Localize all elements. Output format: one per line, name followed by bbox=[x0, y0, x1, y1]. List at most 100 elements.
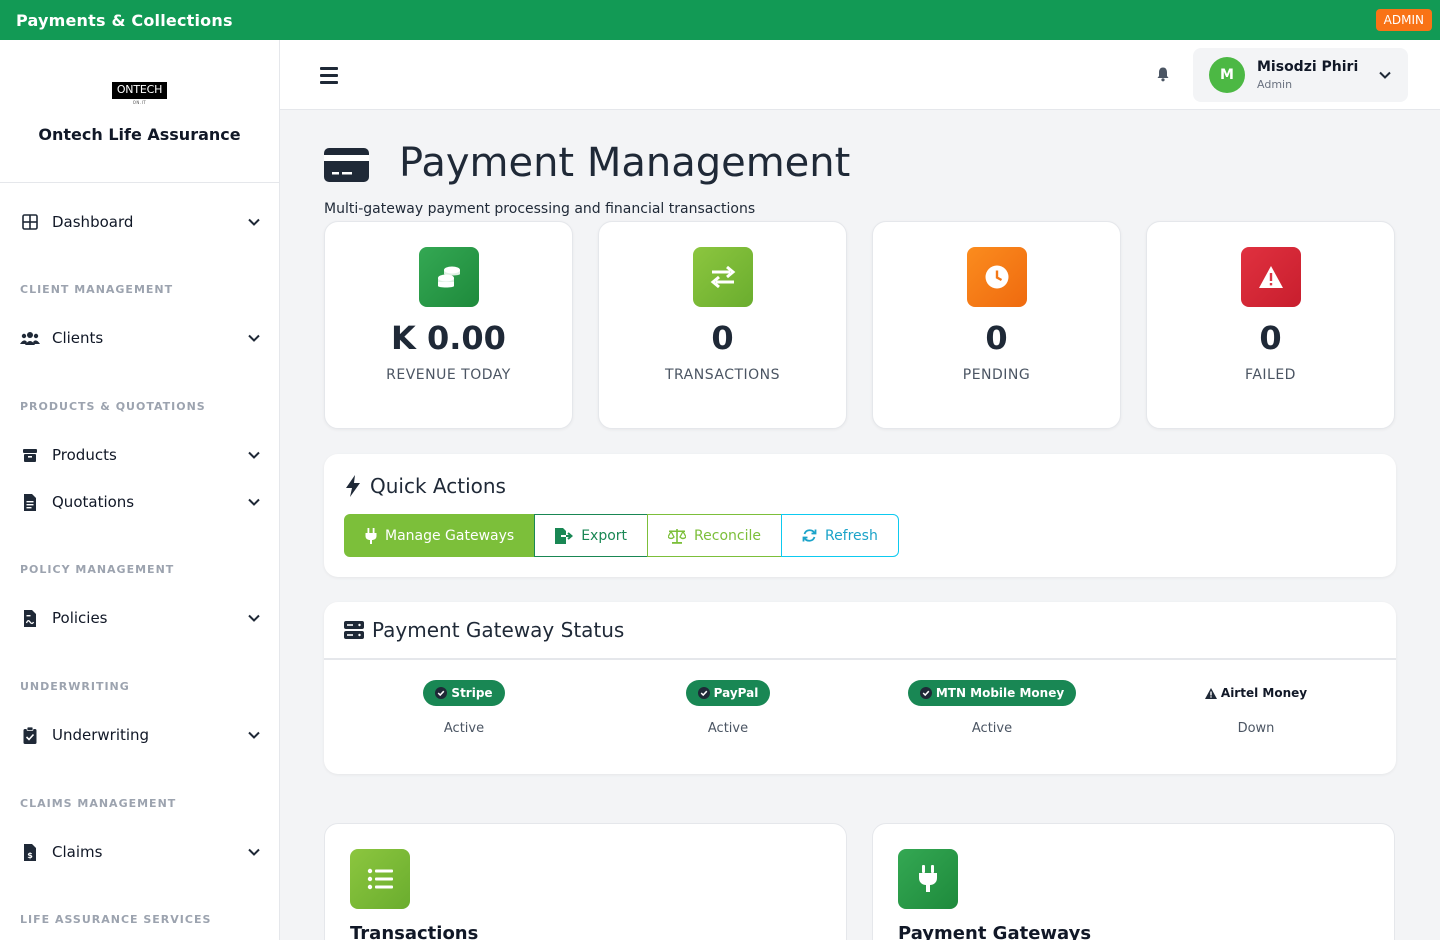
chevron-down-icon bbox=[248, 218, 260, 226]
chevron-down-icon bbox=[248, 614, 260, 622]
gateway-paypal: PayPal Active bbox=[596, 680, 860, 736]
warning-icon bbox=[1204, 687, 1217, 699]
stat-label: PENDING bbox=[962, 367, 1031, 383]
transactions-card-title: Transactions bbox=[350, 923, 479, 940]
app-title: Payments & Collections bbox=[16, 10, 233, 30]
company-name: Ontech Life Assurance bbox=[38, 125, 241, 144]
gateway-name: MTN Mobile Money bbox=[935, 686, 1065, 700]
document-icon bbox=[20, 493, 40, 511]
file-export-icon bbox=[555, 527, 574, 544]
gateway-badge: Stripe bbox=[423, 680, 505, 706]
refresh-label: Refresh bbox=[824, 527, 878, 544]
invoice-dollar-icon: $ bbox=[20, 843, 40, 861]
user-name: Misodzi Phiri bbox=[1257, 59, 1359, 75]
sidebar-item-label: Underwriting bbox=[52, 726, 150, 744]
menu-toggle-icon[interactable] bbox=[320, 67, 338, 84]
section-products-quotations: PRODUCTS & QUOTATIONS bbox=[20, 400, 206, 413]
chevron-down-icon bbox=[248, 334, 260, 342]
stat-card-transactions: 0 TRANSACTIONS bbox=[598, 221, 847, 429]
bolt-icon bbox=[346, 475, 360, 497]
chevron-down-icon bbox=[248, 451, 260, 459]
export-label: Export bbox=[581, 527, 628, 544]
sidebar-item-label: Policies bbox=[52, 609, 108, 627]
refresh-button[interactable]: Refresh bbox=[780, 514, 899, 557]
gateway-status-panel: Payment Gateway Status Stripe Active Pay… bbox=[324, 602, 1396, 774]
section-underwriting: UNDERWRITING bbox=[20, 680, 130, 693]
bell-icon[interactable] bbox=[1155, 66, 1171, 82]
sidebar-item-label: Products bbox=[52, 446, 117, 464]
sidebar-item-underwriting[interactable]: Underwriting bbox=[0, 715, 279, 755]
sidebar-item-clients[interactable]: Clients bbox=[0, 318, 279, 358]
dashboard-icon bbox=[20, 213, 40, 231]
reconcile-label: Reconcile bbox=[694, 527, 761, 544]
users-icon bbox=[20, 329, 40, 347]
sidebar-item-claims[interactable]: $ Claims bbox=[0, 832, 279, 872]
gateway-mtn-mobile-money: MTN Mobile Money Active bbox=[860, 680, 1124, 736]
sidebar-item-policies[interactable]: Policies bbox=[0, 598, 279, 638]
stat-label: REVENUE TODAY bbox=[386, 367, 511, 383]
coins-icon bbox=[418, 247, 479, 307]
transactions-card[interactable]: Transactions bbox=[324, 823, 847, 940]
user-menu[interactable]: M Misodzi Phiri Admin bbox=[1193, 48, 1408, 102]
plug-icon bbox=[365, 527, 377, 544]
clipboard-check-icon bbox=[20, 726, 40, 744]
sidebar-item-dashboard[interactable]: Dashboard bbox=[0, 202, 279, 242]
stat-label: TRANSACTIONS bbox=[664, 367, 781, 383]
admin-badge: ADMIN bbox=[1375, 9, 1432, 31]
gateway-status-text: Down bbox=[1237, 721, 1275, 736]
gateway-badge: PayPal bbox=[685, 680, 771, 706]
logo-tagline: ON.IT bbox=[132, 100, 147, 105]
manage-gateways-label: Manage Gateways bbox=[385, 527, 515, 544]
gateway-status-title: Payment Gateway Status bbox=[372, 618, 625, 642]
balance-scale-icon bbox=[668, 528, 687, 544]
gateway-name: PayPal bbox=[713, 686, 759, 700]
chevron-down-icon bbox=[248, 848, 260, 856]
gateway-status-heading: Payment Gateway Status bbox=[324, 602, 1396, 660]
stat-value: 0 bbox=[985, 319, 1008, 357]
section-life-assurance-services: LIFE ASSURANCE SERVICES bbox=[20, 913, 212, 926]
manage-gateways-button[interactable]: Manage Gateways bbox=[344, 514, 536, 557]
export-button[interactable]: Export bbox=[534, 514, 649, 557]
gateway-airtel-money: Airtel Money Down bbox=[1124, 680, 1388, 736]
stat-card-pending: 0 PENDING bbox=[872, 221, 1121, 429]
user-role: Admin bbox=[1257, 78, 1293, 91]
gateway-stripe: Stripe Active bbox=[332, 680, 596, 736]
quick-actions-button-group: Manage Gateways Export Reconcile Refresh bbox=[344, 514, 899, 557]
section-claims-management: CLAIMS MANAGEMENT bbox=[20, 797, 177, 810]
check-circle-icon bbox=[697, 687, 710, 699]
company-logo[interactable]: ONTECH bbox=[111, 82, 168, 99]
brand-block: ONTECH ON.IT Ontech Life Assurance bbox=[0, 40, 279, 183]
svg-text:$: $ bbox=[27, 851, 33, 860]
list-icon bbox=[350, 849, 410, 909]
section-client-management: CLIENT MANAGEMENT bbox=[20, 283, 174, 296]
box-icon bbox=[20, 446, 40, 464]
plug-icon bbox=[898, 849, 958, 909]
header-bar: M Misodzi Phiri Admin bbox=[280, 40, 1440, 110]
page-title: Payment Management bbox=[399, 140, 851, 186]
stat-value: K 0.00 bbox=[391, 319, 506, 357]
gateway-status-text: Active bbox=[971, 721, 1013, 736]
stat-card-failed: 0 FAILED bbox=[1146, 221, 1395, 429]
quick-actions-title: Quick Actions bbox=[370, 474, 506, 498]
gateway-status-text: Active bbox=[443, 721, 485, 736]
sidebar-item-label: Clients bbox=[52, 329, 104, 347]
quick-actions-heading: Quick Actions bbox=[344, 474, 506, 498]
quick-actions-panel: Quick Actions Manage Gateways Export Rec… bbox=[324, 454, 1396, 577]
stat-value: 0 bbox=[1259, 319, 1282, 357]
stat-value: 0 bbox=[711, 319, 734, 357]
stat-card-revenue: K 0.00 REVENUE TODAY bbox=[324, 221, 573, 429]
page-heading: Payment Management bbox=[324, 140, 850, 186]
contract-icon bbox=[20, 609, 40, 627]
chevron-down-icon bbox=[1379, 71, 1391, 79]
payment-gateways-card[interactable]: Payment Gateways bbox=[872, 823, 1395, 940]
sidebar-item-products[interactable]: Products bbox=[0, 435, 279, 475]
sidebar: ONTECH ON.IT Ontech Life Assurance Dashb… bbox=[0, 40, 280, 940]
sidebar-item-label: Quotations bbox=[52, 493, 135, 511]
clock-icon bbox=[966, 247, 1027, 307]
gateway-name: Airtel Money bbox=[1220, 686, 1308, 700]
warning-icon bbox=[1240, 247, 1301, 307]
reconcile-button[interactable]: Reconcile bbox=[647, 514, 782, 557]
sidebar-item-quotations[interactable]: Quotations bbox=[0, 482, 279, 522]
check-circle-icon bbox=[919, 687, 932, 699]
section-policy-management: POLICY MANAGEMENT bbox=[20, 563, 175, 576]
